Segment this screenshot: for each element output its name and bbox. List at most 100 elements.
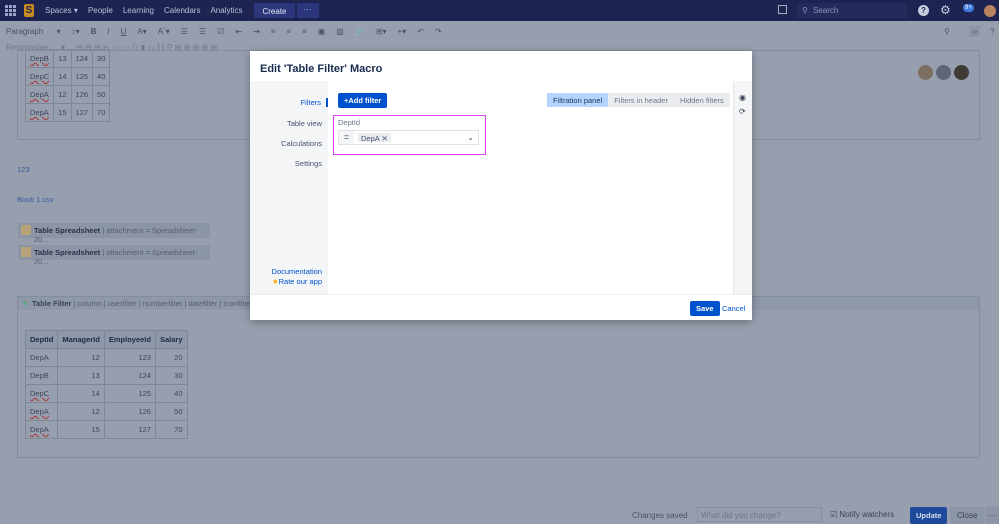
comment-input[interactable]: What did you change? [697, 507, 822, 522]
spreadsheet-macro[interactable]: Table Spreadsheet | attachment = Spreads… [18, 245, 210, 260]
underline-icon[interactable]: U [121, 27, 127, 36]
table-cell: 70 [93, 104, 110, 122]
align-center-icon[interactable]: ≡ [286, 27, 291, 36]
logo[interactable]: S [24, 4, 34, 17]
paragraph-select[interactable]: Paragraph ▾ [6, 27, 61, 36]
star-icon[interactable] [778, 5, 787, 14]
chip-label: DepA [361, 134, 379, 143]
line-height-icon[interactable]: ↕▾ [72, 27, 80, 36]
avatar[interactable] [954, 65, 969, 80]
menu-settings[interactable]: Settings [295, 159, 322, 168]
eye-icon[interactable]: ◉ [739, 93, 746, 102]
cancel-button[interactable]: Cancel [722, 304, 745, 313]
table-icon[interactable]: ⊞▾ [376, 27, 387, 36]
image-icon[interactable]: ▨ [336, 27, 344, 36]
star-icon: ★ [272, 277, 279, 286]
table-cell: DepA [26, 104, 54, 122]
layout-icon[interactable]: ▣ [318, 27, 326, 36]
chevron-down-icon[interactable]: ⌄ [467, 133, 474, 142]
csv-attachment-link[interactable]: Book 1.csv [17, 195, 54, 204]
notifications-badge[interactable]: 9+ [963, 4, 974, 12]
table-cell: 123 [104, 349, 155, 367]
close-button[interactable]: Close [950, 507, 984, 524]
bottom-bar: Changes saved What did you change? ☑ Not… [0, 505, 999, 524]
tab-filtration-panel[interactable]: Filtration panel [547, 93, 608, 107]
table-cell: 14 [58, 385, 105, 403]
task-icon[interactable]: ☑ [217, 27, 224, 36]
rate-app-link[interactable]: ★Rate our app [272, 277, 322, 286]
more-button[interactable]: ··· [297, 3, 319, 18]
notify-watchers-checkbox[interactable]: ☑ Notify watchers [830, 510, 894, 519]
settings-icon[interactable]: ⚙ [940, 3, 951, 17]
nav-spaces[interactable]: Spaces ▾ [45, 6, 78, 15]
macro-name: Table Filter [32, 299, 71, 308]
search-input[interactable]: ⚲Search [797, 3, 907, 18]
filter-label: DeptId [338, 118, 360, 127]
bullet-list-icon[interactable]: ☰ [181, 27, 188, 36]
dialog-footer: Save Cancel [250, 294, 752, 320]
text-style-icon[interactable]: Aˇ▾ [158, 27, 170, 36]
remove-icon[interactable]: ✕ [381, 134, 387, 143]
help-icon[interactable]: ? [918, 5, 929, 16]
nav-learning[interactable]: Learning [123, 6, 154, 15]
nav-people[interactable]: People [88, 6, 113, 15]
find-icon[interactable]: ⚲ [944, 27, 950, 36]
table-cell: 50 [93, 86, 110, 104]
table-cell: 125 [71, 68, 93, 86]
table-cell: 125 [104, 385, 155, 403]
avatar[interactable] [918, 65, 933, 80]
collaborator-avatars [918, 65, 969, 80]
tab-filters-in-header[interactable]: Filters in header [608, 93, 674, 107]
menu-filters[interactable]: Filters [301, 98, 328, 107]
app-switcher-icon[interactable] [5, 5, 16, 16]
tab-hidden-filters[interactable]: Hidden filters [674, 93, 730, 107]
text-color-icon[interactable]: A▾ [137, 27, 146, 36]
align-right-icon[interactable]: ≡ [302, 27, 307, 36]
table-cell: 15 [58, 421, 105, 439]
nav-calendars[interactable]: Calendars [164, 6, 200, 15]
column-header: Salary [155, 331, 187, 349]
selected-value-chip: DepA ✕ [358, 133, 391, 142]
nav-analytics[interactable]: Analytics [210, 6, 242, 15]
table-row: DepB1312430 [26, 367, 188, 385]
align-left-icon[interactable]: ≡ [271, 27, 276, 36]
table-cell: 12 [54, 86, 71, 104]
menu-calculations[interactable]: Calculations [281, 139, 322, 148]
insert-icon[interactable]: +▾ [398, 27, 407, 36]
table-cell: 50 [155, 403, 187, 421]
undo-icon[interactable]: ↶ [417, 27, 424, 36]
italic-icon[interactable]: I [107, 27, 109, 36]
add-filter-button[interactable]: +Add filter [338, 93, 387, 108]
refresh-icon[interactable]: ⟳ [739, 107, 746, 116]
bold-icon[interactable]: B [91, 27, 97, 36]
table-cell: 12 [58, 349, 105, 367]
table-row: DepB1312430 [26, 50, 110, 68]
documentation-link[interactable]: Documentation [272, 267, 322, 276]
table-cell: 126 [71, 86, 93, 104]
source-icon[interactable]: ‹› [969, 26, 980, 37]
help-toolbar-icon[interactable]: ? [990, 27, 994, 36]
operator-button[interactable]: = [339, 131, 354, 144]
preview-strip: ◉ ⟳ [733, 81, 752, 294]
notify-label: Notify watchers [839, 510, 894, 519]
table-cell: 12 [58, 403, 105, 421]
save-button[interactable]: Save [690, 301, 720, 316]
redo-icon[interactable]: ↷ [435, 27, 442, 36]
table-cell: DepA [26, 86, 54, 104]
table-row: DepC1412540 [26, 385, 188, 403]
filters-panel: +Add filter Filtration panel Filters in … [328, 81, 733, 294]
table-cell: 15 [54, 104, 71, 122]
table-cell: 127 [71, 104, 93, 122]
update-button[interactable]: Update [910, 507, 947, 524]
create-button[interactable]: Create [254, 3, 294, 18]
link-icon[interactable]: 🔗 [355, 27, 365, 36]
menu-table-view[interactable]: Table view [287, 119, 322, 128]
avatar[interactable] [984, 5, 996, 17]
more-actions-button[interactable]: ··· [985, 507, 999, 524]
numbered-list-icon[interactable]: ☰ [199, 27, 206, 36]
spreadsheet-macro[interactable]: Table Spreadsheet | attachment = Spreads… [18, 223, 210, 238]
filter-select[interactable]: = DepA ✕ ⌄ [338, 130, 479, 145]
outdent-icon[interactable]: ⇤ [235, 27, 242, 36]
indent-icon[interactable]: ⇥ [253, 27, 260, 36]
avatar[interactable] [936, 65, 951, 80]
